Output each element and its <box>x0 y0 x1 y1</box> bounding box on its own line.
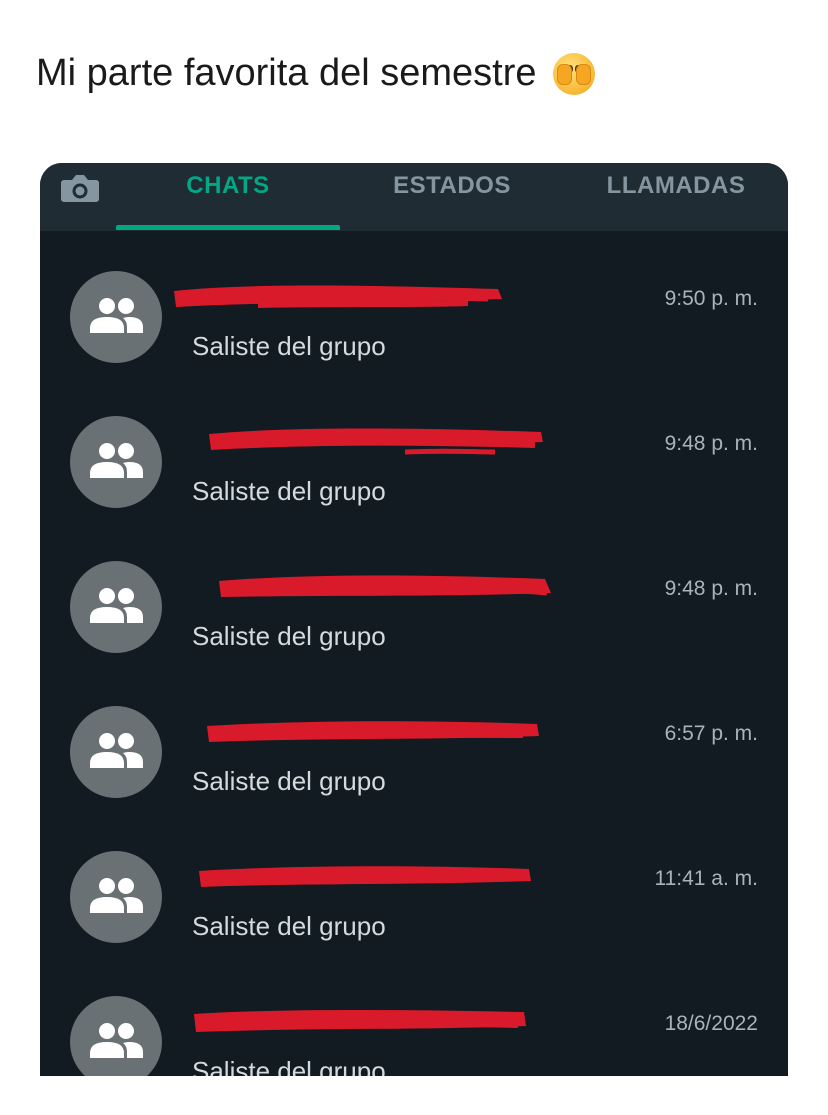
chat-time: 9:48 p. m. <box>664 577 758 600</box>
chat-last-message: Saliste del grupo <box>192 331 386 361</box>
redacted-chat-name <box>207 721 539 742</box>
chat-list: 9:50 p. m. Saliste del grupo 9:48 p. m. … <box>40 231 788 1076</box>
chat-last-message: Saliste del grupo <box>192 621 386 651</box>
chat-time: 9:48 p. m. <box>664 432 758 455</box>
group-icon <box>70 561 162 653</box>
post-title: Mi parte favorita del semestre <box>36 52 595 95</box>
group-icon <box>70 416 162 508</box>
chat-row[interactable]: 9:48 p. m. Saliste del grupo <box>40 376 788 516</box>
post-title-text: Mi parte favorita del semestre <box>36 52 537 94</box>
chat-time: 6:57 p. m. <box>664 722 758 745</box>
chat-row[interactable]: 18/6/2022 Saliste del grupo <box>40 956 788 1076</box>
chat-row[interactable]: 9:50 p. m. Saliste del grupo <box>40 231 788 371</box>
chat-time: 9:50 p. m. <box>664 287 758 310</box>
redacted-chat-name <box>174 285 502 308</box>
group-icon <box>70 851 162 943</box>
chat-time: 11:41 a. m. <box>654 867 758 890</box>
chat-time: 18/6/2022 <box>664 1012 758 1035</box>
chat-last-message: Saliste del grupo <box>192 911 386 941</box>
active-tab-indicator <box>116 225 340 230</box>
chat-last-message: Saliste del grupo <box>192 476 386 506</box>
chat-row[interactable]: 11:41 a. m. Saliste del grupo <box>40 811 788 951</box>
tab-llamadas[interactable]: LLAMADAS <box>564 163 788 211</box>
redacted-chat-name <box>219 575 551 597</box>
redacted-chat-name <box>199 866 531 887</box>
camera-icon[interactable] <box>60 171 100 205</box>
chat-row[interactable]: 9:48 p. m. Saliste del grupo <box>40 521 788 661</box>
redacted-chat-name <box>209 428 543 455</box>
group-icon <box>70 271 162 363</box>
chat-last-message: Saliste del grupo <box>192 766 386 796</box>
tab-chats[interactable]: CHATS <box>116 163 340 211</box>
whatsapp-screenshot: CHATS ESTADOS LLAMADAS 9:50 p. m. Salist… <box>40 163 788 1076</box>
face-with-hand-over-mouth-icon <box>552 52 595 95</box>
group-icon <box>70 996 162 1076</box>
chat-last-message: Saliste del grupo <box>192 1056 386 1076</box>
top-app-bar: CHATS ESTADOS LLAMADAS <box>40 163 788 231</box>
group-icon <box>70 706 162 798</box>
redacted-chat-name <box>194 1010 526 1032</box>
chat-row[interactable]: 6:57 p. m. Saliste del grupo <box>40 666 788 806</box>
tab-estados[interactable]: ESTADOS <box>340 163 564 211</box>
